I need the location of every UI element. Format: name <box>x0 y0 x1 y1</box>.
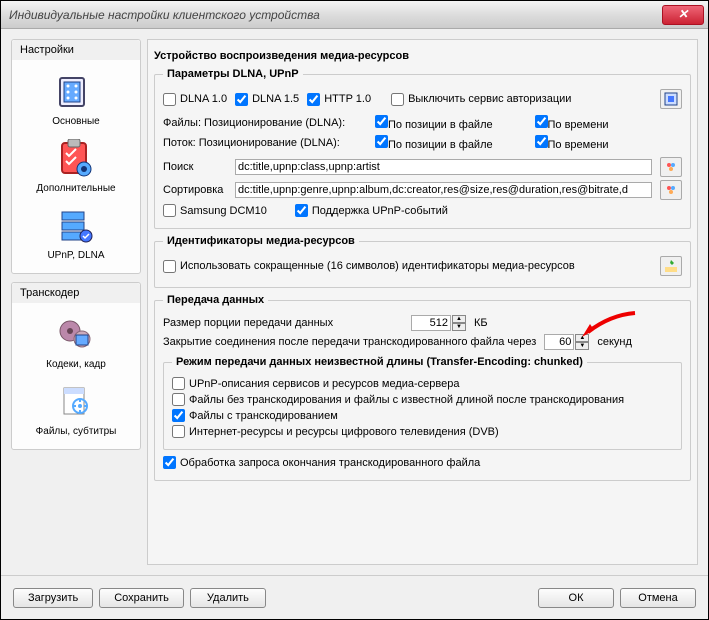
search-label: Поиск <box>163 161 227 173</box>
files-icon <box>54 382 98 422</box>
sidebar-group-transcoder: Транскодер Кодеки, кадр Файлы, субтитры <box>11 282 141 450</box>
sidebar-group-settings: Настройки Основные Дополнительные <box>11 39 141 274</box>
chunked-legend: Режим передачи данных неизвестной длины … <box>172 356 587 368</box>
transfer-legend: Передача данных <box>163 294 268 306</box>
codecs-icon <box>54 315 98 355</box>
save-button[interactable]: Сохранить <box>99 588 184 608</box>
upnp-icon <box>54 206 98 246</box>
footer: Загрузить Сохранить Удалить ОК Отмена <box>1 575 708 619</box>
dlna-fieldset: Параметры DLNA, UPnP DLNA 1.0 DLNA 1.5 H… <box>154 68 691 229</box>
sidebar-item-upnp[interactable]: UPnP, DLNA <box>14 200 138 267</box>
ok-button[interactable]: ОК <box>538 588 614 608</box>
ids-fieldset: Идентификаторы медиа-ресурсов Использова… <box>154 235 691 288</box>
advanced-icon <box>54 139 98 179</box>
chunk-spinner[interactable]: ▲▼ <box>411 315 466 331</box>
http10-checkbox[interactable]: HTTP 1.0 <box>307 93 371 106</box>
sidebar-item-files[interactable]: Файлы, субтитры <box>14 376 138 443</box>
files-pos-label: Файлы: Позиционирование (DLNA): <box>163 117 363 129</box>
spin-down[interactable]: ▼ <box>452 323 466 331</box>
ids-legend: Идентификаторы медиа-ресурсов <box>163 235 359 247</box>
close-label: Закрытие соединения после передачи транс… <box>163 336 536 348</box>
chunked-dvb-checkbox[interactable]: Интернет-ресурсы и ресурсы цифрового тел… <box>172 425 499 438</box>
chunked-transcoded-checkbox[interactable]: Файлы с транскодированием <box>172 409 338 422</box>
handle-end-checkbox[interactable]: Обработка запроса окончания транскодиров… <box>163 456 480 469</box>
chunk-unit: КБ <box>474 317 488 329</box>
upnp-events-checkbox[interactable]: Поддержка UPnP-событий <box>295 204 448 217</box>
files-bypos-checkbox[interactable]: По позиции в файле <box>375 115 523 131</box>
chunked-notranscode-checkbox[interactable]: Файлы без транскодирования и файлы с изв… <box>172 393 624 406</box>
main-panel: Устройство воспроизведения медиа-ресурсо… <box>147 39 698 565</box>
sidebar-item-advanced[interactable]: Дополнительные <box>14 133 138 200</box>
short-ids-checkbox[interactable]: Использовать сокращенные (16 символов) и… <box>163 260 575 273</box>
transfer-fieldset: Передача данных Размер порции передачи д… <box>154 294 691 481</box>
chunk-input[interactable] <box>411 315 451 331</box>
delete-button[interactable]: Удалить <box>190 588 266 608</box>
files-bytime-checkbox[interactable]: По времени <box>535 115 683 131</box>
sort-input[interactable] <box>235 182 652 198</box>
close-button[interactable]: ✕ <box>662 5 704 25</box>
load-button[interactable]: Загрузить <box>13 588 93 608</box>
search-pick-button[interactable] <box>660 157 682 177</box>
stream-bytime-checkbox[interactable]: По времени <box>535 135 683 151</box>
close-input[interactable] <box>544 334 574 350</box>
cancel-button[interactable]: Отмена <box>620 588 696 608</box>
samsung-checkbox[interactable]: Samsung DCM10 <box>163 204 267 217</box>
sidebar: Настройки Основные Дополнительные <box>11 39 141 565</box>
dlna10-checkbox[interactable]: DLNA 1.0 <box>163 93 227 106</box>
stream-pos-label: Поток: Позиционирование (DLNA): <box>163 137 363 149</box>
auth-off-checkbox[interactable]: Выключить сервис авторизации <box>391 93 571 106</box>
search-input[interactable] <box>235 159 652 175</box>
dlna-info-button[interactable] <box>660 89 682 109</box>
spin-up[interactable]: ▲ <box>452 315 466 323</box>
chunked-fieldset: Режим передачи данных неизвестной длины … <box>163 356 682 450</box>
sidebar-item-codecs[interactable]: Кодеки, кадр <box>14 309 138 376</box>
sort-pick-button[interactable] <box>660 180 682 200</box>
sidebar-group-title: Транскодер <box>12 283 140 303</box>
chunk-label: Размер порции передачи данных <box>163 317 403 329</box>
main-heading: Устройство воспроизведения медиа-ресурсо… <box>154 50 691 62</box>
annotation-arrow <box>580 310 640 338</box>
stream-bypos-checkbox[interactable]: По позиции в файле <box>375 135 523 151</box>
titlebar: Индивидуальные настройки клиентского уст… <box>1 1 708 29</box>
ids-pick-button[interactable] <box>660 256 682 276</box>
chunked-upnp-checkbox[interactable]: UPnP-описания сервисов и ресурсов медиа-… <box>172 377 460 390</box>
sidebar-group-title: Настройки <box>12 40 140 60</box>
dlna15-checkbox[interactable]: DLNA 1.5 <box>235 93 299 106</box>
sidebar-item-basic[interactable]: Основные <box>14 66 138 133</box>
dlna-legend: Параметры DLNA, UPnP <box>163 68 303 80</box>
basic-icon <box>54 72 98 112</box>
sort-label: Сортировка <box>163 184 227 196</box>
spin-down[interactable]: ▼ <box>575 342 589 350</box>
window-title: Индивидуальные настройки клиентского уст… <box>5 8 662 22</box>
